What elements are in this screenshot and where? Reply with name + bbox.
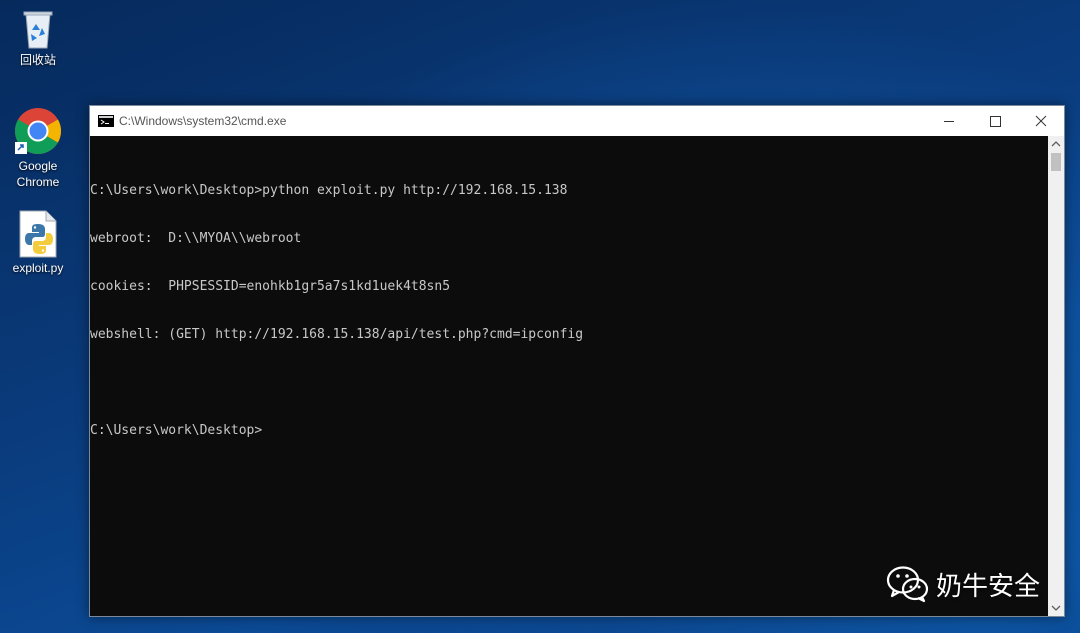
python-file-icon bbox=[19, 210, 57, 258]
vertical-scrollbar[interactable] bbox=[1048, 136, 1064, 616]
desktop-icon-recycle-bin[interactable]: 回收站 bbox=[0, 6, 76, 68]
console-line: webroot: D:\\MYOA\\webroot bbox=[90, 231, 302, 246]
console-prompt[interactable]: C:\Users\work\Desktop> bbox=[90, 423, 1048, 439]
scroll-down-icon[interactable] bbox=[1048, 600, 1064, 616]
desktop-icon-label: 回收站 bbox=[19, 53, 56, 67]
recycle-bin-icon bbox=[23, 11, 53, 49]
desktop-icon-label: exploit.py bbox=[12, 261, 64, 275]
scrollbar-thumb[interactable] bbox=[1051, 153, 1061, 171]
wechat-icon bbox=[886, 566, 929, 603]
window-title: C:\Windows\system32\cmd.exe bbox=[119, 114, 287, 128]
window-titlebar[interactable]: C:\Windows\system32\cmd.exe bbox=[90, 106, 1064, 136]
watermark: 奶牛安全 bbox=[886, 562, 1040, 606]
desktop-icon-exploit-py[interactable]: exploit.py bbox=[0, 210, 76, 276]
console-output[interactable]: C:\Users\work\Desktop>python exploit.py … bbox=[90, 136, 1048, 616]
console-line: C:\Users\work\Desktop>python exploit.py … bbox=[90, 183, 568, 198]
close-icon bbox=[1035, 115, 1047, 127]
watermark-text: 奶牛安全 bbox=[936, 571, 1041, 602]
cmd-icon bbox=[98, 115, 114, 127]
console-line: cookies: PHPSESSID=enohkb1gr5a7s1kd1uek4… bbox=[90, 279, 451, 294]
close-button[interactable] bbox=[1018, 106, 1064, 136]
console-line: webshell: (GET) http://192.168.15.138/ap… bbox=[90, 327, 584, 342]
maximize-icon bbox=[990, 116, 1001, 127]
desktop-icon-google-chrome[interactable]: Google Chrome bbox=[0, 106, 76, 190]
desktop-icon-label: Google Chrome bbox=[16, 159, 60, 189]
minimize-icon bbox=[944, 121, 954, 122]
chrome-icon bbox=[15, 108, 61, 154]
minimize-button[interactable] bbox=[926, 106, 972, 136]
maximize-button[interactable] bbox=[972, 106, 1018, 136]
scroll-up-icon[interactable] bbox=[1048, 136, 1064, 152]
cmd-window[interactable]: C:\Windows\system32\cmd.exe C:\Users\wor… bbox=[89, 105, 1065, 617]
